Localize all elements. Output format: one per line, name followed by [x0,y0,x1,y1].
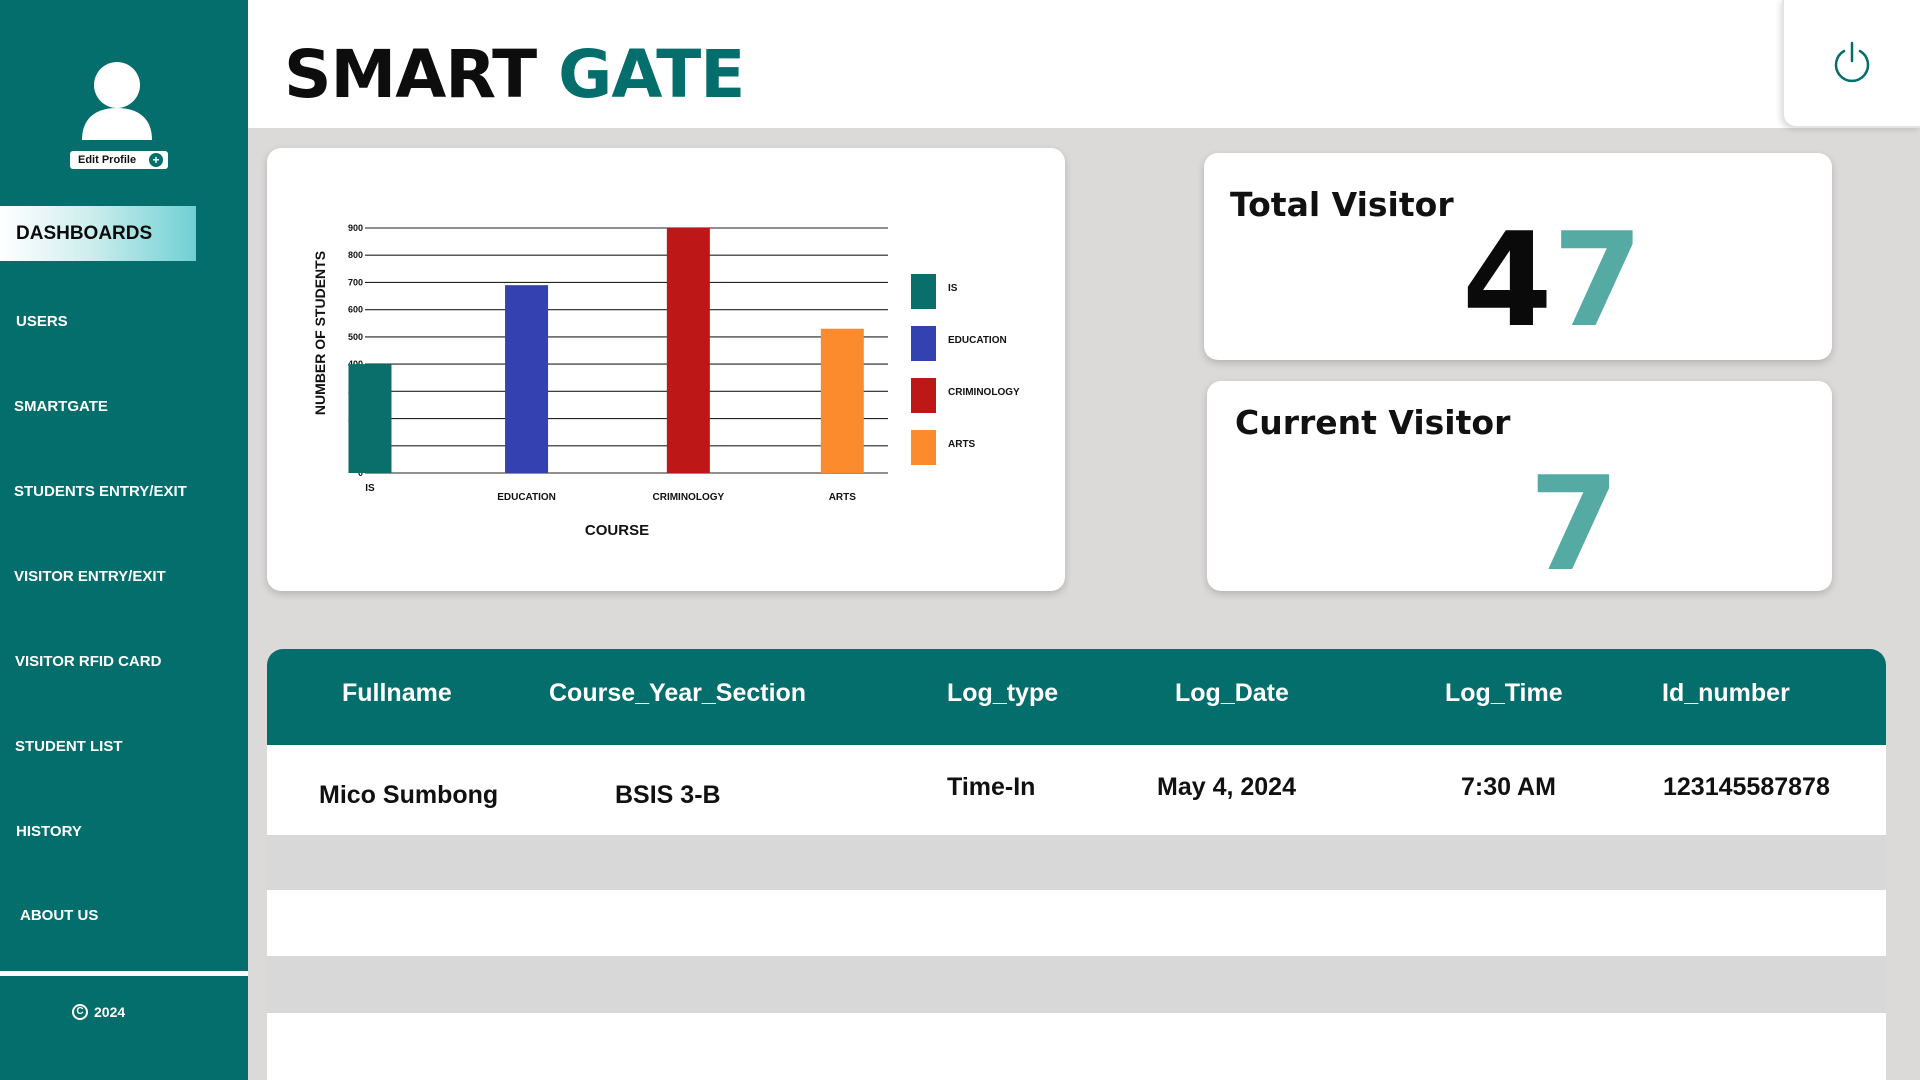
x-tick-label: EDUCATION [497,492,556,503]
col-fullname: Fullname [342,679,452,707]
plus-icon: + [149,153,163,167]
y-tick-label: 800 [348,250,363,260]
x-tick-label: IS [365,483,375,494]
table-header: Fullname Course_Year_Section Log_type Lo… [267,649,1886,745]
current-visitor-value: 7 [1529,448,1620,600]
sidebar-item-history[interactable]: HISTORY [16,823,82,840]
total-visitor-value: 47 [1462,215,1643,345]
cell-log-date: May 4, 2024 [1157,773,1296,801]
col-course-year-section: Course_Year_Section [549,679,807,707]
table-row-empty [267,1013,1886,1080]
col-log-time: Log_Time [1445,679,1563,707]
cell-fullname: Mico Sumbong [319,781,499,809]
sidebar: Edit Profile + DASHBOARDS USERS SMARTGAT… [0,0,248,1080]
table-row-empty [267,835,1886,890]
x-axis-label: COURSE [585,522,649,539]
sidebar-item-visitor-rfid-card[interactable]: VISITOR RFID CARD [15,653,161,670]
bar-criminology [666,228,710,473]
legend-swatch-education [911,326,936,361]
sidebar-item-visitor-entry-exit[interactable]: VISITOR ENTRY/EXIT [14,568,166,585]
logout-button[interactable] [1782,0,1920,128]
total-visitor-card: Total Visitor 47 [1204,153,1832,360]
log-table: Fullname Course_Year_Section Log_type Lo… [267,649,1886,1080]
copyright-icon: C [72,1004,88,1020]
x-tick-label: CRIMINOLOGY [653,492,725,503]
sidebar-item-users[interactable]: USERS [16,313,68,330]
y-tick-label: 600 [348,305,363,315]
total-visitor-digit-1: 4 [1462,204,1553,356]
legend-label: CRIMINOLOGY [948,387,1020,398]
current-visitor-card: Current Visitor 7 [1207,381,1832,591]
legend-swatch-is [911,274,936,309]
x-tick-label: ARTS [829,492,857,503]
title-smart: SMART [284,36,537,113]
current-visitor-label: Current Visitor [1235,403,1511,442]
total-visitor-label: Total Visitor [1230,185,1454,224]
sidebar-item-about-us[interactable]: ABOUT US [20,907,98,924]
page-title: SMART GATE [284,36,745,113]
edit-profile-button[interactable]: Edit Profile + [70,151,168,169]
table-row-empty [267,890,1886,956]
col-id-number: Id_number [1662,679,1790,707]
power-icon [1834,41,1870,83]
sidebar-item-dashboards[interactable]: DASHBOARDS [0,206,196,261]
y-tick-label: 900 [348,223,363,233]
y-tick-label: 700 [348,277,363,287]
title-gate: GATE [558,36,745,113]
sidebar-item-smartgate[interactable]: SMARTGATE [14,398,108,415]
total-visitor-digit-2: 7 [1552,204,1643,356]
legend-swatch-arts [911,430,936,465]
table-row[interactable]: Mico Sumbong BSIS 3-B Time-In May 4, 202… [267,745,1886,834]
user-avatar-icon[interactable] [82,62,152,140]
sidebar-item-student-list[interactable]: STUDENT LIST [15,738,123,755]
bar-education [505,285,549,473]
copyright-year: 2024 [94,1004,126,1020]
header: SMART GATE [248,0,1920,128]
legend-label: EDUCATION [948,335,1007,346]
bar-is [348,364,392,473]
table-row-empty [267,956,1886,1013]
cell-log-time: 7:30 AM [1461,773,1556,801]
copyright: C 2024 [72,1004,125,1020]
col-log-type: Log_type [947,679,1059,707]
bar-arts [820,328,864,473]
edit-profile-label: Edit Profile [78,154,137,166]
sidebar-divider [0,971,248,976]
legend-swatch-criminology [911,378,936,413]
y-tick-label: 500 [348,332,363,342]
legend-label: ARTS [948,439,976,450]
y-axis-label: NUMBER OF STUDENTS [312,251,328,415]
cell-log-type: Time-In [947,773,1036,801]
cell-course-year-section: BSIS 3-B [615,781,721,809]
sidebar-item-students-entry-exit[interactable]: STUDENTS ENTRY/EXIT [14,483,187,500]
col-log-date: Log_Date [1175,679,1289,707]
course-bar-chart: 0100200300400500600700800900ISEDUCATIONC… [312,223,1020,539]
cell-id-number: 123145587878 [1663,773,1830,801]
legend-label: IS [948,283,958,294]
course-chart-card: 0100200300400500600700800900ISEDUCATIONC… [267,148,1065,591]
